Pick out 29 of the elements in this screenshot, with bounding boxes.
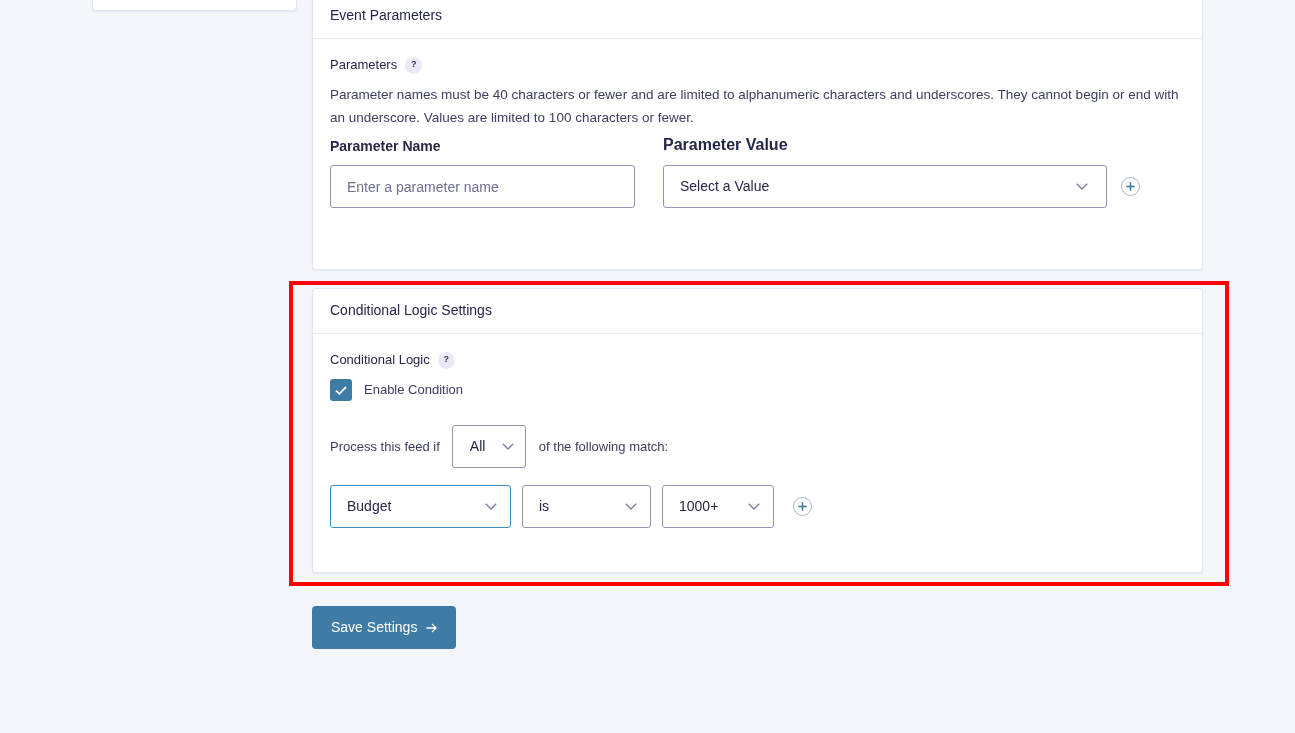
chevron-down-icon	[485, 503, 497, 510]
field-label: Conditional Logic	[330, 351, 430, 370]
check-icon	[335, 385, 347, 395]
chevron-down-icon	[1076, 183, 1088, 190]
chevron-down-icon	[625, 503, 637, 510]
dropdown[interactable]: is	[522, 485, 651, 528]
field-label: Parameters	[330, 56, 398, 75]
text-input[interactable]: Enter a parameter name	[330, 165, 635, 208]
card-title: Conditional Logic Settings	[330, 301, 493, 320]
dropdown[interactable]: All	[451, 425, 526, 468]
checkbox[interactable]	[330, 379, 352, 401]
checkbox-label: Enable Condition	[364, 381, 464, 400]
condition-text: Process this feed if	[330, 437, 440, 456]
add-icon[interactable]	[793, 497, 812, 516]
help-badge[interactable]: ?	[405, 56, 423, 74]
dropdown[interactable]: Budget	[330, 485, 511, 528]
dropdown[interactable]: 1000+	[662, 485, 774, 528]
column-label: Parameter Name	[330, 137, 442, 156]
chevron-down-icon	[501, 443, 514, 450]
column-label: Parameter Value	[663, 135, 788, 155]
help-badge[interactable]: ?	[437, 351, 455, 369]
description-text: Parameter names must be 40 characters or fewer and are limited to alphanumeric characters and underscores. They cannot begin or end with an underscore. Values are limited to 100 characters or fewer.	[330, 86, 1180, 127]
chevron-down-icon	[748, 503, 760, 510]
card-title: Event Parameters	[330, 6, 444, 25]
save-button[interactable]: Save Settings	[312, 606, 457, 649]
add-icon[interactable]	[1121, 177, 1140, 196]
condition-text: of the following match:	[538, 437, 669, 456]
dropdown[interactable]: Select a Value	[663, 165, 1107, 208]
arrow-right-icon	[426, 622, 438, 633]
